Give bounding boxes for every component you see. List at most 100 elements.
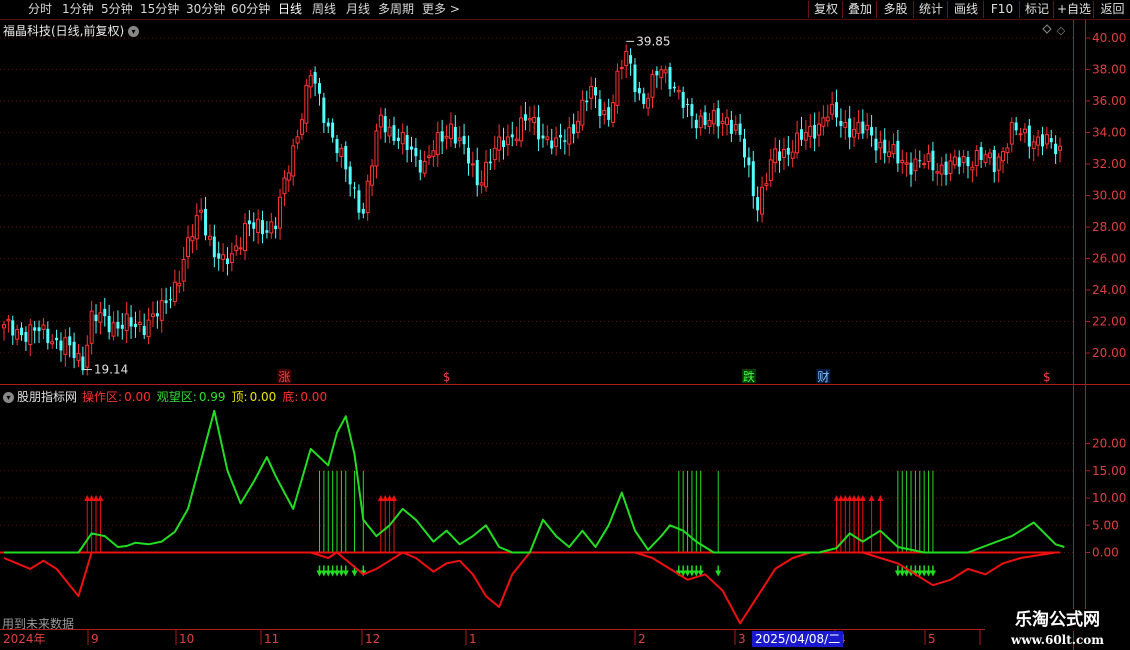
candle-body-215 — [944, 161, 948, 175]
candle-body-201 — [883, 139, 887, 154]
candle-body-203 — [891, 144, 896, 155]
ytick-label-ind-4: 0.00 — [1092, 546, 1119, 560]
candle-body-101 — [444, 135, 449, 139]
candle-body-237 — [1040, 134, 1044, 147]
buy-arrow-head-15 — [868, 495, 875, 501]
ytick-label-main-10: 20.00 — [1092, 346, 1126, 360]
candle-body-231 — [1014, 122, 1018, 131]
candle-body-14 — [63, 337, 68, 355]
chevron-down-icon[interactable]: ▾ — [3, 392, 14, 403]
candle-body-121 — [532, 116, 537, 123]
cursor-date-label: 2025/04/08/二 — [752, 631, 844, 647]
candle-body-234 — [1027, 125, 1031, 147]
candle-body-241 — [1058, 145, 1062, 151]
candle-body-49 — [217, 253, 221, 259]
candle-body-138 — [607, 107, 611, 120]
candle-body-56 — [247, 220, 251, 225]
stock-title[interactable]: 福晶科技(日线,前复权) ▾ — [3, 22, 140, 39]
candle-body-140 — [615, 70, 620, 106]
candle-body-204 — [896, 140, 900, 164]
candle-body-102 — [448, 123, 453, 140]
candle-body-106 — [466, 147, 470, 164]
candle-body-36 — [159, 300, 164, 321]
candle-body-205 — [900, 159, 905, 164]
candle-body-174 — [764, 183, 769, 186]
candle-body-162 — [711, 110, 716, 125]
candle-body-171 — [751, 161, 755, 197]
chevron-down-icon[interactable]: ▾ — [128, 26, 140, 37]
candle-body-188 — [825, 116, 830, 122]
ytick-label-main-2: 36.00 — [1092, 94, 1126, 108]
candle-body-99 — [435, 132, 440, 156]
candle-body-60 — [265, 230, 269, 233]
candle-body-154 — [676, 90, 681, 93]
month-label-3: 12 — [365, 632, 380, 646]
candle-body-100 — [440, 131, 444, 142]
candle-body-141 — [619, 66, 624, 69]
candle-body-170 — [747, 157, 751, 166]
candle-body-11 — [50, 341, 55, 345]
ytick-label-main-0: 40.00 — [1092, 31, 1126, 45]
candle-body-217 — [952, 156, 957, 166]
candle-body-190 — [835, 102, 839, 118]
candle-body-68 — [299, 119, 304, 135]
candle-body-198 — [870, 127, 874, 136]
candle-body-89 — [392, 125, 396, 141]
candle-body-39 — [172, 281, 177, 303]
candle-body-46 — [204, 208, 208, 236]
ytick-label-main-9: 22.00 — [1092, 315, 1126, 329]
ytick-label-main-6: 28.00 — [1092, 220, 1126, 234]
candle-body-63 — [278, 196, 283, 229]
ytick-label-ind-1: 15.00 — [1092, 464, 1126, 478]
candle-body-108 — [475, 160, 479, 186]
candle-body-160 — [703, 112, 707, 126]
candle-body-85 — [374, 130, 379, 167]
candle-body-112 — [492, 147, 497, 161]
candle-body-142 — [624, 50, 629, 67]
ytick-label-main-1: 38.00 — [1092, 63, 1126, 77]
event-marker-0: 涨 — [278, 369, 290, 384]
candle-body-78 — [344, 146, 348, 170]
candle-body-20 — [89, 310, 94, 344]
month-label-0: 9 — [91, 632, 99, 646]
candle-body-37 — [164, 300, 168, 304]
candle-body-125 — [550, 140, 554, 149]
candle-body-134 — [589, 85, 594, 99]
candle-body-180 — [790, 151, 795, 159]
candle-body-42 — [186, 237, 191, 258]
candle-body-87 — [383, 116, 387, 133]
candle-body-202 — [887, 151, 892, 157]
ytick-label-main-3: 34.00 — [1092, 126, 1126, 140]
candle-body-62 — [274, 225, 278, 230]
candle-body-169 — [743, 138, 747, 158]
candle-body-191 — [839, 120, 843, 127]
candle-body-17 — [76, 353, 81, 361]
candle-body-109 — [479, 182, 484, 186]
candle-body-70 — [308, 75, 313, 88]
indicator-name[interactable]: 股朋指标网 — [17, 390, 77, 404]
year-label: 2024年 — [3, 632, 46, 646]
candle-body-211 — [926, 153, 931, 163]
candle-body-224 — [983, 154, 988, 163]
series-line-watch — [4, 409, 1065, 554]
candle-body-115 — [505, 136, 510, 145]
candle-body-84 — [370, 165, 375, 186]
candle-body-150 — [659, 69, 664, 78]
candle-body-113 — [497, 136, 502, 151]
candle-body-45 — [199, 209, 204, 213]
candle-body-83 — [365, 180, 370, 214]
candle-body-127 — [558, 134, 562, 138]
candle-body-152 — [668, 67, 672, 90]
candle-body-155 — [681, 92, 685, 108]
candle-body-156 — [686, 103, 690, 105]
indicator-header: ▾ 股朋指标网 操作区: 0.00 观望区: 0.99 顶: 0.00 底: 0.00 — [3, 388, 333, 405]
candle-body-214 — [939, 164, 944, 175]
candle-body-226 — [992, 149, 996, 173]
candle-body-159 — [698, 115, 703, 129]
month-label-6: 3 — [738, 632, 746, 646]
candle-body-97 — [427, 155, 432, 159]
candle-body-212 — [931, 150, 935, 171]
event-marker-3: 财 — [817, 370, 829, 384]
ytick-label-ind-0: 20.00 — [1092, 437, 1126, 451]
candle-body-131 — [576, 120, 581, 133]
